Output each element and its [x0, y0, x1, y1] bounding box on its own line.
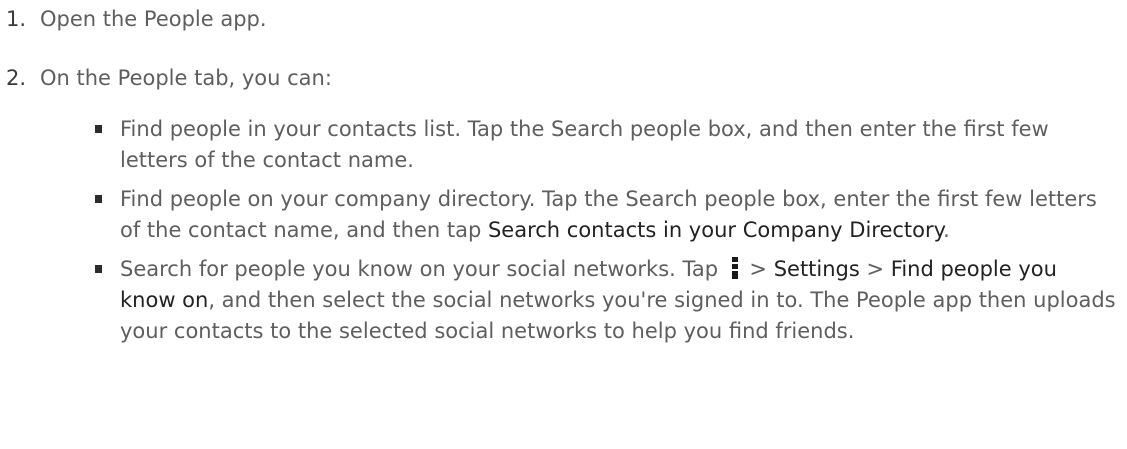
more-vertical-icon: [731, 257, 739, 279]
bullet-marker: [95, 265, 102, 273]
bullet-text: Search for people you know on your socia…: [120, 257, 725, 281]
bullet-text: >: [859, 257, 891, 281]
step-number: 1.: [6, 7, 27, 31]
bullet-item-social-networks: Search for people you know on your socia…: [0, 254, 1127, 347]
bullet-text: Find people in your contacts list. Tap t…: [120, 117, 1049, 172]
bullet-text: .: [943, 218, 950, 242]
bullet-text: >: [742, 257, 774, 281]
step-text: Open the People app.: [40, 7, 267, 31]
ui-term-settings: Settings: [773, 257, 860, 281]
bullet-marker: [95, 195, 102, 203]
bullet-item-find-contacts: Find people in your contacts list. Tap t…: [0, 114, 1127, 176]
step-number: 2.: [6, 66, 27, 90]
bullet-list: Find people in your contacts list. Tap t…: [0, 114, 1127, 355]
bullet-item-company-directory: Find people on your company directory. T…: [0, 184, 1127, 246]
bullet-text: , and then select the social networks yo…: [120, 288, 1116, 343]
ui-term-search-company-directory: Search contacts in your Company Director…: [487, 218, 944, 242]
step-text: On the People tab, you can:: [40, 66, 332, 90]
bullet-marker: [95, 125, 102, 133]
